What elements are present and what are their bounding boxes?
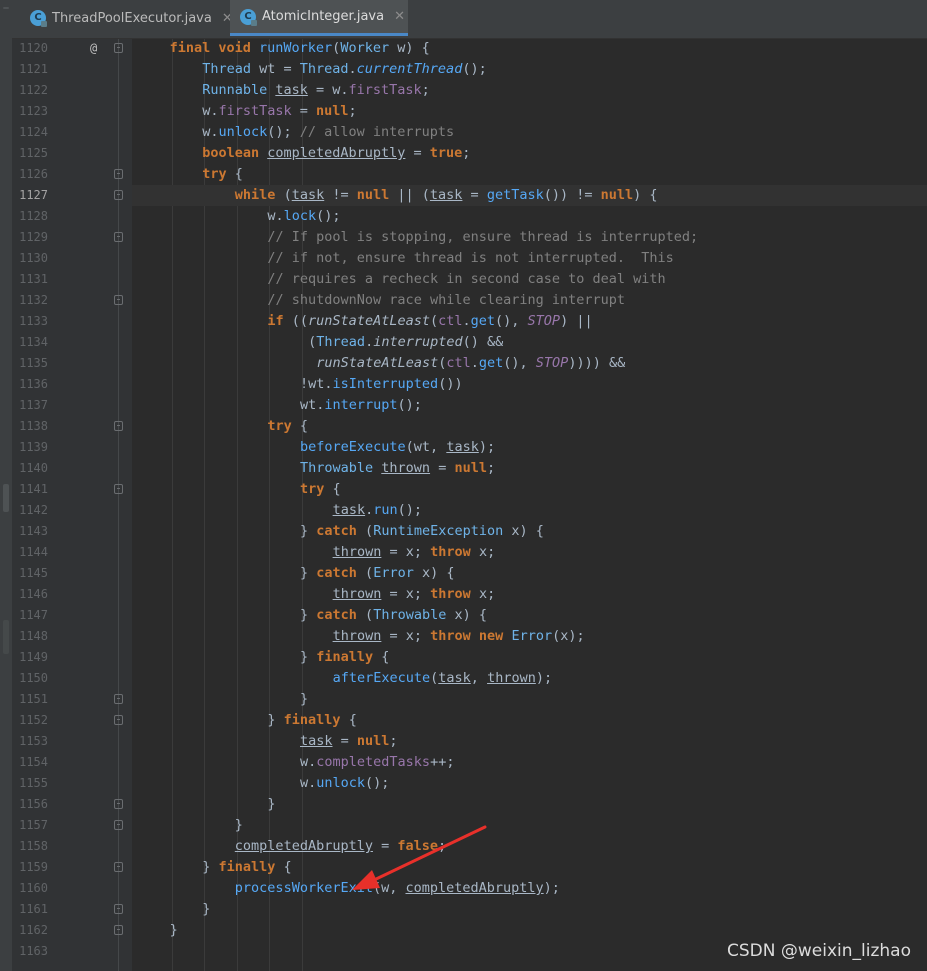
annotation-arrow: [352, 825, 487, 890]
